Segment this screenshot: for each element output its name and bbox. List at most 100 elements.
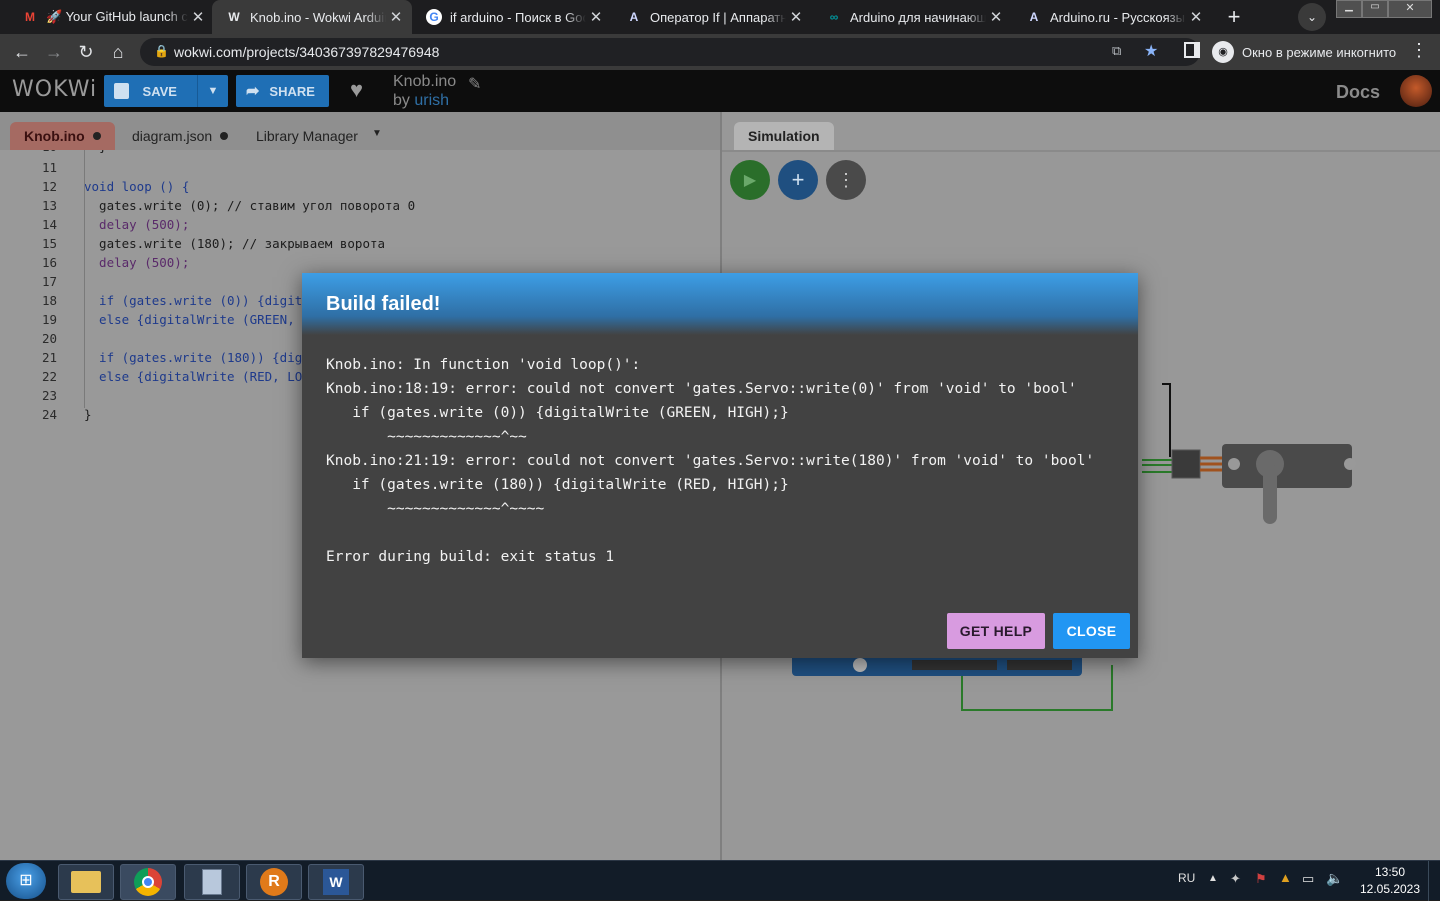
tray-expand-icon[interactable]: ▲ bbox=[1208, 873, 1218, 884]
home-icon[interactable]: ⌂ bbox=[106, 40, 130, 64]
build-output-line: Error during build: exit status 1 bbox=[326, 549, 615, 565]
side-panel-icon[interactable] bbox=[1184, 42, 1200, 58]
docs-link[interactable]: Docs bbox=[1336, 82, 1380, 103]
clock-time[interactable]: 13:50 bbox=[1360, 865, 1420, 879]
build-output-line: Knob.ino:18:19: error: could not convert… bbox=[326, 381, 1077, 397]
avatar[interactable] bbox=[1400, 75, 1432, 107]
project-name: Knob.ino bbox=[393, 73, 457, 90]
tab-library-manager[interactable]: Library Manager bbox=[242, 122, 372, 150]
lock-icon: 🔒 bbox=[154, 44, 169, 58]
close-tab-icon[interactable]: ✕ bbox=[188, 8, 208, 26]
bookmark-star-icon[interactable]: ★ bbox=[1144, 41, 1158, 61]
arduino-icon: ∞ bbox=[829, 10, 839, 24]
indent-guide bbox=[84, 150, 85, 408]
dialog-title: Build failed! bbox=[326, 293, 441, 315]
wokwi-logo[interactable]: WOKWi bbox=[12, 77, 97, 102]
heart-icon[interactable]: ♥ bbox=[350, 77, 363, 103]
tab-diagram-json[interactable]: diagram.json bbox=[118, 122, 242, 150]
build-failed-dialog: Build failed! Knob.ino: In function 'voi… bbox=[302, 273, 1138, 658]
gmail-icon: M bbox=[25, 10, 35, 24]
action-center-icon[interactable]: ⚑ bbox=[1255, 871, 1267, 887]
incognito-indicator[interactable]: ◉ Окно в режиме инкогнито bbox=[1212, 38, 1396, 66]
address-bar[interactable]: 🔒 wokwi.com/projects/340367397829476948 … bbox=[140, 38, 1200, 66]
close-tab-icon[interactable]: ✕ bbox=[786, 8, 806, 26]
build-output-line: if (gates.write (0)) {digitalWrite (GREE… bbox=[326, 405, 789, 421]
window-controls: ▁ ▭ ✕ bbox=[1336, 0, 1436, 18]
tab-knob-ino[interactable]: Knob.ino bbox=[10, 122, 115, 150]
recorder-icon[interactable]: R bbox=[246, 864, 302, 900]
volume-icon[interactable]: 🔈 bbox=[1326, 870, 1343, 887]
servo-mount-hole bbox=[1344, 458, 1356, 470]
servo-mount-hole bbox=[1228, 458, 1240, 470]
arduino-header bbox=[912, 660, 997, 670]
browser-tab-strip: M 🚀 Your GitHub launch co ✕ W Knob.ino -… bbox=[0, 0, 1440, 34]
tabs-dropdown-icon[interactable]: ▼ bbox=[372, 128, 382, 139]
url-text: wokwi.com/projects/340367397829476948 bbox=[174, 44, 440, 60]
browser-tab-arduino-ru[interactable]: A Arduino.ru - Русскоязычн ✕ bbox=[1012, 0, 1212, 34]
edit-pencil-icon[interactable]: ✎ bbox=[468, 74, 481, 94]
incognito-icon: ◉ bbox=[1212, 41, 1234, 63]
wire-black bbox=[1162, 383, 1171, 457]
wire-green bbox=[1142, 459, 1174, 473]
language-indicator[interactable]: RU bbox=[1178, 871, 1195, 885]
share-arrow-icon: ➦ bbox=[246, 83, 260, 100]
get-help-button[interactable]: GET HELP bbox=[947, 613, 1045, 649]
translate-icon[interactable]: ⧉ bbox=[1112, 43, 1121, 59]
reload-icon[interactable]: ↻ bbox=[74, 40, 98, 64]
windows-taskbar: ⊞ R W RU ▲ ✦ ⚑ ▲ ▭ 🔈 13:50 12.05.2023 bbox=[0, 860, 1440, 901]
minimize-button[interactable]: ▁ bbox=[1336, 0, 1362, 18]
arduino-ru-icon: A bbox=[629, 10, 639, 24]
floppy-icon bbox=[114, 83, 129, 99]
word-icon[interactable]: W bbox=[308, 864, 364, 900]
show-desktop-button[interactable] bbox=[1428, 861, 1440, 901]
save-button[interactable]: SAVE ▼ bbox=[104, 75, 228, 107]
build-output-line: Knob.ino: In function 'void loop()': bbox=[326, 357, 641, 373]
maximize-button[interactable]: ▭ bbox=[1362, 0, 1388, 18]
build-output-line: if (gates.write (180)) {digitalWrite (RE… bbox=[326, 477, 789, 493]
author-link[interactable]: urish bbox=[414, 92, 449, 109]
unsaved-dot-icon bbox=[92, 132, 101, 140]
share-button[interactable]: ➦ SHARE bbox=[236, 75, 329, 107]
editor-tabs: Knob.ino diagram.json Library Manager ▼ bbox=[0, 112, 720, 150]
browser-tab-wokwi[interactable]: W Knob.ino - Wokwi Arduino ✕ bbox=[212, 0, 412, 34]
save-dropdown-chevron-icon[interactable]: ▼ bbox=[196, 75, 228, 107]
arduino-ru-icon: A bbox=[1029, 10, 1039, 24]
close-tab-icon[interactable]: ✕ bbox=[386, 8, 406, 26]
start-button[interactable]: ⊞ bbox=[6, 863, 46, 899]
forward-icon[interactable]: → bbox=[42, 40, 66, 64]
servo-connector bbox=[1171, 449, 1201, 479]
browser-tab-github[interactable]: M 🚀 Your GitHub launch co ✕ bbox=[8, 0, 214, 34]
new-tab-button[interactable]: + bbox=[1222, 5, 1246, 29]
servo-arm bbox=[1263, 464, 1277, 524]
browser-tab-arduino-beginners[interactable]: ∞ Arduino для начинающих ✕ bbox=[812, 0, 1012, 34]
explorer-icon[interactable] bbox=[58, 864, 114, 900]
build-output-line: Knob.ino:21:19: error: could not convert… bbox=[326, 453, 1095, 469]
network-icon[interactable]: ▭ bbox=[1302, 871, 1314, 887]
tab-search-button[interactable]: ⌄ bbox=[1298, 3, 1326, 31]
arduino-mount-hole bbox=[853, 658, 867, 672]
tray-warning-icon[interactable]: ▲ bbox=[1279, 870, 1292, 885]
chrome-icon[interactable] bbox=[120, 864, 176, 900]
clock-date[interactable]: 12.05.2023 bbox=[1356, 882, 1424, 896]
project-author: by urish bbox=[393, 92, 450, 109]
close-window-button[interactable]: ✕ bbox=[1388, 0, 1432, 18]
browser-tab-operator-if[interactable]: A Оператор If | Аппаратная ✕ bbox=[612, 0, 812, 34]
close-button[interactable]: CLOSE bbox=[1053, 613, 1130, 649]
close-tab-icon[interactable]: ✕ bbox=[1186, 8, 1206, 26]
build-output: Knob.ino: In function 'void loop()': Kno… bbox=[326, 353, 1126, 569]
close-tab-icon[interactable]: ✕ bbox=[586, 8, 606, 26]
tray-app-icon[interactable]: ✦ bbox=[1230, 871, 1241, 887]
build-output-line bbox=[326, 521, 1126, 545]
calculator-icon[interactable] bbox=[184, 864, 240, 900]
browser-tab-google[interactable]: G if arduino - Поиск в Google ✕ bbox=[412, 0, 612, 34]
build-output-line: ~~~~~~~~~~~~~^~~~~ bbox=[326, 501, 545, 517]
arduino-header bbox=[1007, 660, 1072, 670]
unsaved-dot-icon bbox=[220, 132, 229, 140]
close-tab-icon[interactable]: ✕ bbox=[986, 8, 1006, 26]
servo-body bbox=[1222, 444, 1352, 488]
back-icon[interactable]: ← bbox=[10, 40, 34, 64]
wokwi-header: WOKWi SAVE ▼ ➦ SHARE ♥ Knob.ino ✎ by uri… bbox=[0, 70, 1440, 112]
browser-toolbar: ← → ↻ ⌂ 🔒 wokwi.com/projects/34036739782… bbox=[0, 34, 1440, 70]
build-output-line: ~~~~~~~~~~~~~^~~ bbox=[326, 429, 527, 445]
menu-kebab-icon[interactable]: ⋮ bbox=[1410, 40, 1428, 61]
